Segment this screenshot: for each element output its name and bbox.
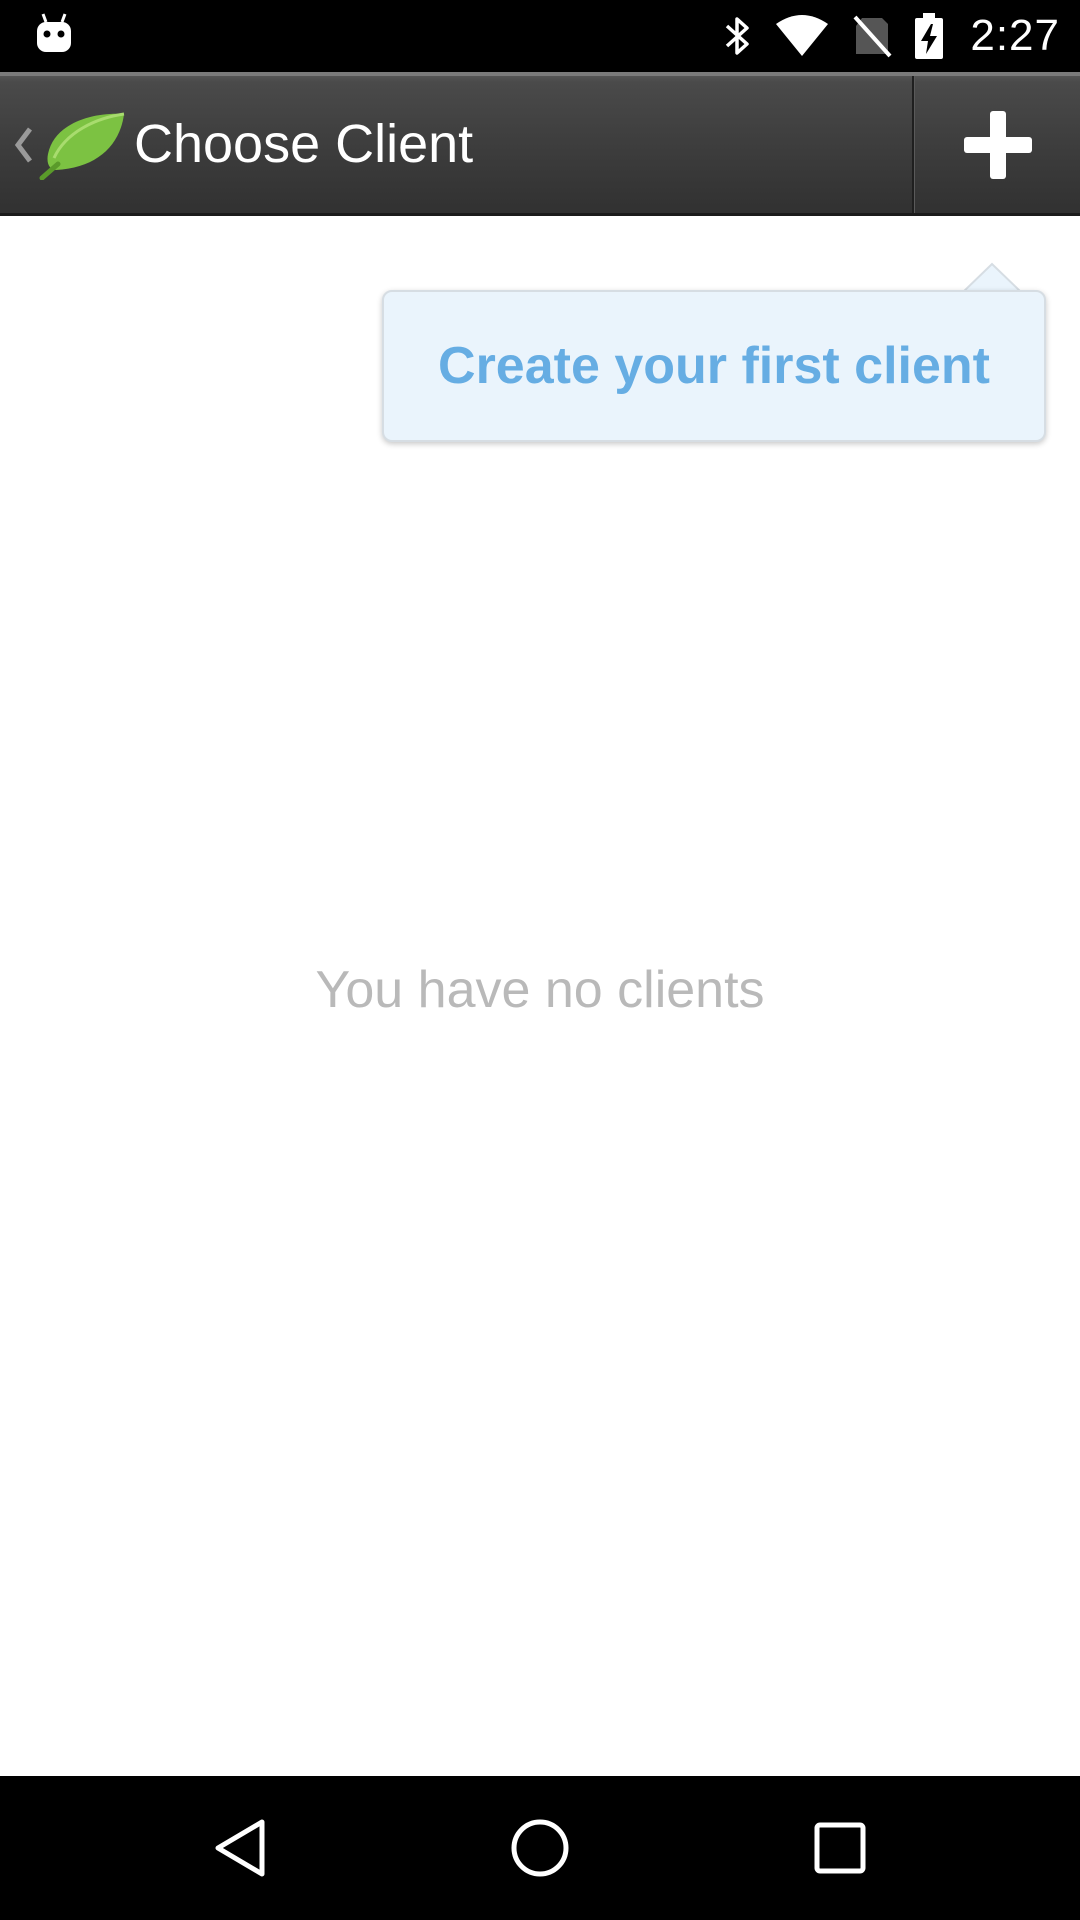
navigation-bar bbox=[0, 1776, 1080, 1920]
chevron-left-icon bbox=[14, 127, 32, 162]
up-navigation-button[interactable] bbox=[0, 76, 128, 213]
wifi-icon bbox=[776, 15, 829, 56]
android-notification-icon bbox=[34, 12, 74, 56]
page-title: Choose Client bbox=[134, 114, 474, 174]
recents-square-icon bbox=[814, 1822, 866, 1874]
bluetooth-icon bbox=[726, 17, 750, 55]
nav-recents-button[interactable] bbox=[760, 1776, 920, 1920]
empty-state-message: You have no clients bbox=[315, 961, 765, 1019]
create-first-client-tooltip[interactable]: Create your first client bbox=[382, 290, 1046, 442]
status-bar: 2:27 bbox=[0, 0, 1080, 72]
status-icons: 2:27 bbox=[722, 0, 1060, 72]
tooltip-text: Create your first client bbox=[438, 337, 990, 395]
battery-charging-icon bbox=[915, 13, 944, 59]
plus-icon bbox=[964, 110, 1032, 179]
home-circle-icon bbox=[511, 1819, 569, 1877]
add-client-button[interactable] bbox=[916, 76, 1080, 213]
clock: 2:27 bbox=[970, 11, 1060, 60]
no-sim-icon bbox=[853, 15, 892, 58]
nav-back-button[interactable] bbox=[160, 1776, 320, 1920]
leaf-icon bbox=[39, 112, 125, 180]
action-bar: Choose Client bbox=[0, 72, 1080, 216]
back-triangle-icon bbox=[215, 1819, 265, 1877]
action-bar-divider bbox=[912, 76, 915, 213]
nav-home-button[interactable] bbox=[460, 1776, 620, 1920]
